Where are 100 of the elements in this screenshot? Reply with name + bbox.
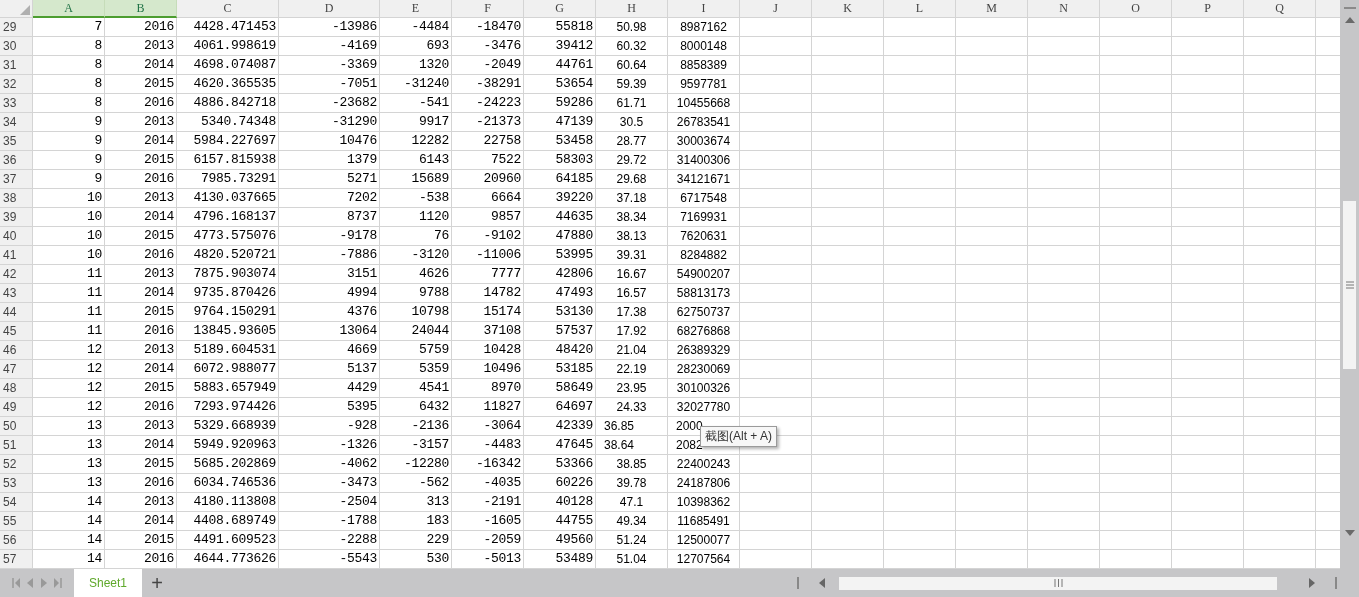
empty-cell[interactable] [740, 75, 812, 94]
empty-cell[interactable] [812, 113, 884, 132]
column-header[interactable]: E [380, 0, 452, 18]
empty-cell[interactable] [956, 303, 1028, 322]
empty-cell[interactable] [1100, 151, 1172, 170]
scroll-left-icon[interactable] [819, 578, 825, 588]
empty-cell[interactable] [1244, 493, 1316, 512]
empty-cell[interactable] [1100, 132, 1172, 151]
empty-cell[interactable] [1028, 151, 1100, 170]
empty-cell[interactable] [740, 303, 812, 322]
row-header[interactable]: 43 [0, 284, 33, 303]
empty-cell[interactable] [1172, 37, 1244, 56]
horizontal-scroll-thumb[interactable] [839, 576, 1277, 590]
empty-cell[interactable] [884, 341, 956, 360]
empty-cell[interactable] [1028, 512, 1100, 531]
empty-cell[interactable] [1172, 189, 1244, 208]
empty-cell[interactable] [740, 474, 812, 493]
row-header[interactable]: 52 [0, 455, 33, 474]
empty-cell[interactable] [1028, 18, 1100, 37]
row-header[interactable]: 33 [0, 94, 33, 113]
empty-cell[interactable] [740, 189, 812, 208]
row-header[interactable]: 32 [0, 75, 33, 94]
empty-cell[interactable] [956, 227, 1028, 246]
empty-cell[interactable] [956, 56, 1028, 75]
empty-cell[interactable] [1172, 170, 1244, 189]
empty-cell[interactable] [956, 474, 1028, 493]
empty-cell[interactable] [740, 151, 812, 170]
empty-cell[interactable] [812, 75, 884, 94]
empty-cell[interactable] [956, 37, 1028, 56]
empty-cell[interactable] [956, 417, 1028, 436]
empty-cell[interactable] [1172, 303, 1244, 322]
column-header[interactable]: M [956, 0, 1028, 18]
empty-cell[interactable] [956, 341, 1028, 360]
empty-cell[interactable] [884, 398, 956, 417]
empty-cell[interactable] [1244, 151, 1316, 170]
empty-cell[interactable] [1244, 284, 1316, 303]
empty-cell[interactable] [1028, 360, 1100, 379]
empty-cell[interactable] [740, 37, 812, 56]
empty-cell[interactable] [1028, 493, 1100, 512]
empty-cell[interactable] [1172, 151, 1244, 170]
empty-cell[interactable] [1028, 341, 1100, 360]
empty-cell[interactable] [1100, 417, 1172, 436]
row-header[interactable]: 45 [0, 322, 33, 341]
empty-cell[interactable] [884, 170, 956, 189]
empty-cell[interactable] [1028, 132, 1100, 151]
empty-cell[interactable] [812, 189, 884, 208]
empty-cell[interactable] [740, 170, 812, 189]
empty-cell[interactable] [1100, 436, 1172, 455]
empty-cell[interactable] [956, 151, 1028, 170]
column-header[interactable]: D [279, 0, 380, 18]
column-header[interactable]: B [105, 0, 177, 18]
empty-cell[interactable] [884, 189, 956, 208]
empty-cell[interactable] [1100, 303, 1172, 322]
empty-cell[interactable] [1244, 303, 1316, 322]
empty-cell[interactable] [740, 493, 812, 512]
empty-cell[interactable] [884, 246, 956, 265]
column-header[interactable]: K [812, 0, 884, 18]
empty-cell[interactable] [1100, 493, 1172, 512]
row-header[interactable]: 49 [0, 398, 33, 417]
empty-cell[interactable] [1172, 493, 1244, 512]
empty-cell[interactable] [884, 37, 956, 56]
empty-cell[interactable] [1172, 94, 1244, 113]
empty-cell[interactable] [1100, 379, 1172, 398]
empty-cell[interactable] [956, 455, 1028, 474]
empty-cell[interactable] [1028, 436, 1100, 455]
empty-cell[interactable] [884, 151, 956, 170]
empty-cell[interactable] [884, 18, 956, 37]
empty-cell[interactable] [1244, 132, 1316, 151]
empty-cell[interactable] [956, 246, 1028, 265]
empty-cell[interactable] [1172, 18, 1244, 37]
empty-cell[interactable] [740, 132, 812, 151]
empty-cell[interactable] [1100, 455, 1172, 474]
column-header[interactable]: L [884, 0, 956, 18]
empty-cell[interactable] [1244, 436, 1316, 455]
empty-cell[interactable] [1100, 18, 1172, 37]
empty-cell[interactable] [740, 360, 812, 379]
empty-cell[interactable] [740, 94, 812, 113]
empty-cell[interactable] [740, 284, 812, 303]
empty-cell[interactable] [1244, 417, 1316, 436]
empty-cell[interactable] [740, 246, 812, 265]
empty-cell[interactable] [1172, 379, 1244, 398]
empty-cell[interactable] [812, 151, 884, 170]
empty-cell[interactable] [740, 398, 812, 417]
empty-cell[interactable] [884, 360, 956, 379]
empty-cell[interactable] [956, 360, 1028, 379]
empty-cell[interactable] [1172, 360, 1244, 379]
empty-cell[interactable] [740, 455, 812, 474]
empty-cell[interactable] [1172, 341, 1244, 360]
empty-cell[interactable] [812, 379, 884, 398]
empty-cell[interactable] [884, 265, 956, 284]
empty-cell[interactable] [956, 113, 1028, 132]
empty-cell[interactable] [1028, 37, 1100, 56]
empty-cell[interactable] [956, 208, 1028, 227]
empty-cell[interactable] [884, 113, 956, 132]
empty-cell[interactable] [956, 75, 1028, 94]
empty-cell[interactable] [812, 246, 884, 265]
empty-cell[interactable] [1244, 474, 1316, 493]
empty-cell[interactable] [956, 379, 1028, 398]
row-header[interactable]: 40 [0, 227, 33, 246]
empty-cell[interactable] [1172, 246, 1244, 265]
